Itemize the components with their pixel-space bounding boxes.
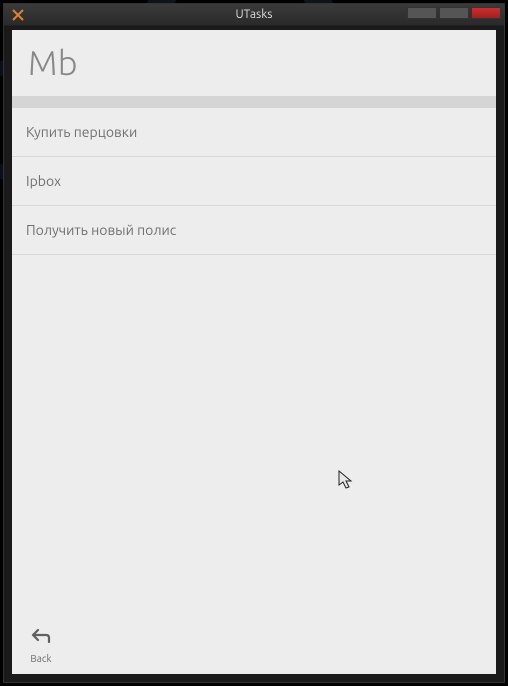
task-item[interactable]: Купить перцовки — [12, 108, 496, 157]
page-header: Mb — [12, 30, 496, 96]
app-icon — [10, 7, 26, 23]
minimize-button[interactable] — [407, 7, 437, 19]
header-separator — [12, 96, 496, 108]
maximize-button[interactable] — [439, 7, 469, 19]
task-list: Купить перцовки Ipbox Получить новый пол… — [12, 108, 496, 616]
task-item[interactable]: Получить новый полис — [12, 206, 496, 255]
footer-toolbar: Back — [12, 616, 496, 674]
titlebar: UTasks — [4, 4, 504, 26]
back-label: Back — [30, 653, 51, 664]
back-button[interactable]: Back — [30, 627, 52, 664]
task-item[interactable]: Ipbox — [12, 157, 496, 206]
page-title: Mb — [28, 44, 480, 82]
app-body: Mb Купить перцовки Ipbox Получить новый … — [12, 30, 496, 674]
back-icon — [30, 627, 52, 649]
window-frame: UTasks Mb Купить перцовки Ipbox Получить… — [3, 3, 505, 683]
close-button[interactable] — [471, 7, 501, 19]
window-controls — [407, 7, 501, 19]
